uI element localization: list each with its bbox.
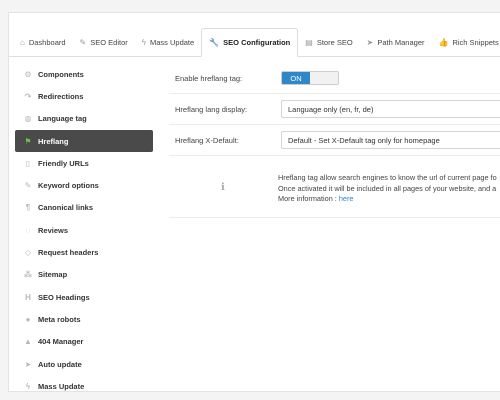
wrench-icon: 🔧 [209,38,220,47]
tab-label: Path Manager [377,38,425,47]
page: ⌂ Dashboard ✎ SEO Editor ϟ Mass Update 🔧… [8,12,500,392]
more-info-link[interactable]: here [339,194,354,203]
sidebar-item-404-manager[interactable]: ▲ 404 Manager [15,331,153,353]
sidebar-item-friendly-urls[interactable]: ▯ Friendly URLs [15,152,153,174]
sidebar-item-label: Mass Update [38,381,85,391]
sidebar-item-label: Components [38,69,84,79]
tab-bar: ⌂ Dashboard ✎ SEO Editor ϟ Mass Update 🔧… [9,23,500,57]
sidebar-item-label: Redirections [38,91,84,101]
sidebar-item-request-headers[interactable]: ◇ Request headers [15,241,153,263]
sidebar-item-seo-headings[interactable]: H SEO Headings [15,286,153,308]
bolt-icon: ϟ [141,38,146,47]
tab-label: SEO Editor [90,38,128,47]
sidebar-item-components[interactable]: ⚙ Components [15,63,153,85]
diamond-icon: ◇ [24,248,32,258]
tab-dashboard[interactable]: ⌂ Dashboard [13,29,73,56]
sidebar-item-auto-update[interactable]: ➤ Auto update [15,353,153,375]
gear-icon: ⚙ [24,69,32,79]
sidebar-item-label: Language tag [38,114,87,124]
sidebar-item-label: Canonical links [38,203,94,213]
toggle-handle [310,72,338,84]
info-icon: ℹ [221,182,225,193]
redirect-icon: ↷ [24,91,32,101]
lang-display-label: Hreflang lang display: [175,104,248,114]
lang-display-select[interactable]: Language only (en, fr, de) [281,100,500,118]
file-icon: ▯ [25,158,31,168]
info-text: Hreflang tag allow search engines to kno… [278,173,497,205]
store-icon: ▤ [305,38,313,47]
tab-label: Rich Snippets [452,38,499,47]
comment-icon: ◌ [25,225,31,235]
sidebar-item-label: Auto update [38,359,82,369]
bolt-icon: ϟ [25,381,31,391]
x-default-label: Hreflang X-Default: [175,135,239,145]
toggle-on-state: ON [282,72,310,84]
edit-icon: ✎ [24,181,32,191]
info-box: ℹ Hreflang tag allow search engines to k… [169,156,500,218]
send-icon: ➤ [366,38,374,47]
info-more-prefix: More information : [278,194,339,203]
thumbs-up-icon: 👍 [438,38,449,47]
sidebar-item-label: Hreflang [38,136,69,146]
tab-label: Dashboard [28,38,66,47]
sidebar-item-label: Keyword options [38,181,99,191]
enable-hreflang-row: Enable hreflang tag: ON [169,63,500,94]
sidebar-item-label: Meta robots [38,314,81,324]
sidebar-item-language-tag[interactable]: ◍ Language tag [15,108,153,130]
sidebar-item-label: SEO Headings [38,292,90,302]
tab-store-seo[interactable]: ▤ Store SEO [298,29,359,56]
heading-icon: H [25,292,31,302]
info-line: Once activated it will be included in al… [278,183,497,193]
sidebar-item-label: 404 Manager [38,337,84,347]
x-default-select[interactable]: Default - Set X-Default tag only for hom… [281,131,500,149]
tab-rich-snippets[interactable]: 👍 Rich Snippets [432,29,500,56]
sidebar-item-label: Reviews [38,225,69,235]
send-icon: ➤ [24,359,32,369]
warning-icon: ▲ [24,337,32,347]
tab-seo-editor[interactable]: ✎ SEO Editor [73,29,135,56]
flag-icon: ⚑ [24,136,32,146]
info-line: Hreflang tag allow search engines to kno… [278,173,497,182]
enable-hreflang-toggle[interactable]: ON [281,71,339,85]
settings-panel: Enable hreflang tag: ON Hreflang lang di… [169,63,500,218]
tab-path-manager[interactable]: ➤ Path Manager [360,29,432,56]
enable-hreflang-label: Enable hreflang tag: [175,73,243,83]
tab-seo-configuration[interactable]: 🔧 SEO Configuration [201,28,299,57]
sidebar-item-keyword-options[interactable]: ✎ Keyword options [15,174,153,196]
sidebar-item-redirections[interactable]: ↷ Redirections [15,85,153,107]
x-default-row: Hreflang X-Default: Default - Set X-Defa… [169,125,500,156]
sidebar-item-mass-update[interactable]: ϟ Mass Update [15,375,153,397]
sitemap-icon: ⁂ [23,270,33,280]
sidebar-item-label: Friendly URLs [38,158,89,168]
home-icon: ⌂ [20,38,25,47]
globe-icon: ◍ [24,114,32,124]
info-line: More information : here [278,194,497,205]
edit-icon: ✎ [79,38,87,47]
sidebar-item-label: Request headers [38,248,99,258]
robot-icon: ● [25,314,31,324]
tab-label: Store SEO [316,38,353,47]
tab-label: Mass Update [150,38,195,47]
tab-mass-update[interactable]: ϟ Mass Update [135,29,201,56]
lang-display-row: Hreflang lang display: Language only (en… [169,94,500,125]
sidebar-item-canonical-links[interactable]: ¶ Canonical links [15,197,153,219]
sidebar: ⚙ Components ↷ Redirections ◍ Language t… [15,63,153,397]
paragraph-icon: ¶ [25,203,31,213]
sidebar-item-sitemap[interactable]: ⁂ Sitemap [15,264,153,286]
sidebar-item-hreflang[interactable]: ⚑ Hreflang [15,129,153,153]
sidebar-item-label: Sitemap [38,270,68,280]
sidebar-item-reviews[interactable]: ◌ Reviews [15,219,153,241]
sidebar-item-meta-robots[interactable]: ● Meta robots [15,308,153,330]
tab-label: SEO Configuration [223,38,291,47]
